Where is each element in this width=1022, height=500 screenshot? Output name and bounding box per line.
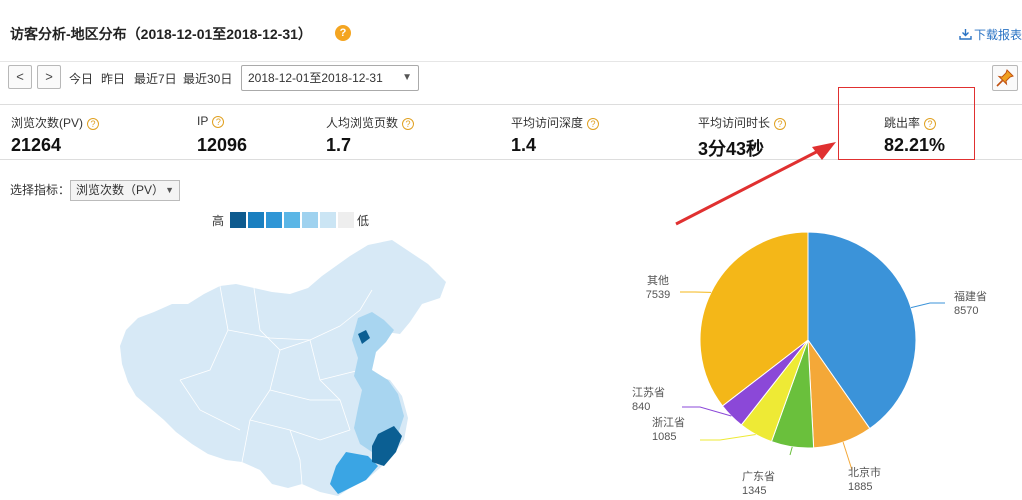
date-range-value: 2018-12-01至2018-12-31 [248,71,383,85]
legend-swatch [248,212,264,228]
pie-label-value: 1345 [742,485,766,497]
pie-label-name: 其他 [647,274,669,287]
next-period-button[interactable]: > [37,65,61,89]
annotation-highlight-box [838,87,975,160]
pie-label-line [842,441,853,471]
indicator-value: 浏览次数（PV） [76,183,165,197]
prev-period-button[interactable]: < [8,65,32,89]
help-icon[interactable]: ? [335,25,351,41]
china-map[interactable] [110,230,460,500]
pie-label-name: 北京市 [848,465,881,479]
metric-label: 人均浏览页数 [326,116,399,130]
page-title: 访客分析-地区分布（2018-12-01至2018-12-31） [10,26,312,42]
date-range-select[interactable]: 2018-12-01至2018-12-31 ▼ [241,65,419,91]
pie-label-value: 840 [632,401,650,413]
help-icon[interactable]: ? [774,118,787,130]
download-icon [959,29,972,40]
pie-label-line [700,434,756,441]
yesterday-link[interactable]: 昨日 [101,70,125,87]
last7-link[interactable]: 最近7日 [134,70,177,87]
metric-value: 1.4 [511,135,537,155]
last30-link[interactable]: 最近30日 [183,70,232,87]
help-icon[interactable]: ? [587,118,600,130]
legend-swatch [338,212,354,228]
chevron-down-icon: ▼ [165,185,174,195]
pin-button[interactable] [992,65,1018,91]
legend-high-label: 高 [212,214,225,228]
metric-value: 21264 [11,135,62,155]
download-label: 下载报表 [973,28,1022,42]
pie-label-name: 江苏省 [632,386,665,399]
legend-swatch [230,212,246,228]
pie-label-value: 1885 [848,481,872,493]
pie-label-name: 浙江省 [652,416,685,429]
pie-label-value: 7539 [646,289,670,301]
region-pie-chart: 福建省 8570 北京市 1885 广东省 1345 浙江省 1085 江苏省 840 其他 7539 [632,231,987,497]
page-header: 访客分析-地区分布（2018-12-01至2018-12-31） ? 下载报表 [0,0,1022,62]
indicator-select[interactable]: 浏览次数（PV） ▼ [70,180,180,201]
today-link[interactable]: 今日 [69,70,93,87]
legend-swatch [302,212,318,228]
metric-value: 12096 [197,135,248,155]
metric-value: 3分43秒 [698,139,765,159]
legend-swatch [284,212,300,228]
pie-label-value: 1085 [652,431,676,443]
indicator-label: 选择指标： [10,183,71,197]
legend-low-label: 低 [357,214,370,228]
help-icon[interactable]: ? [87,118,100,130]
chevron-down-icon: ▼ [402,72,412,83]
legend-swatch [320,212,336,228]
help-icon[interactable]: ? [402,118,415,130]
pie-label-name: 广东省 [742,470,775,483]
metric-label: 平均访问时长 [698,116,771,130]
help-icon[interactable]: ? [212,116,225,128]
pie-label-line [789,446,793,456]
pie-label-value: 8570 [954,305,978,317]
download-report-link[interactable]: 下载报表 [959,26,1022,43]
pin-icon [996,69,1014,87]
metric-label: IP [197,114,209,128]
metric-label: 平均访问深度 [511,116,584,130]
metric-value: 1.7 [326,135,352,155]
pie-label-line [910,302,945,309]
map-region-china[interactable] [120,240,446,496]
pie-label-name: 福建省 [954,289,987,303]
legend-swatch [266,212,282,228]
metric-label: 浏览次数(PV) [11,116,84,130]
